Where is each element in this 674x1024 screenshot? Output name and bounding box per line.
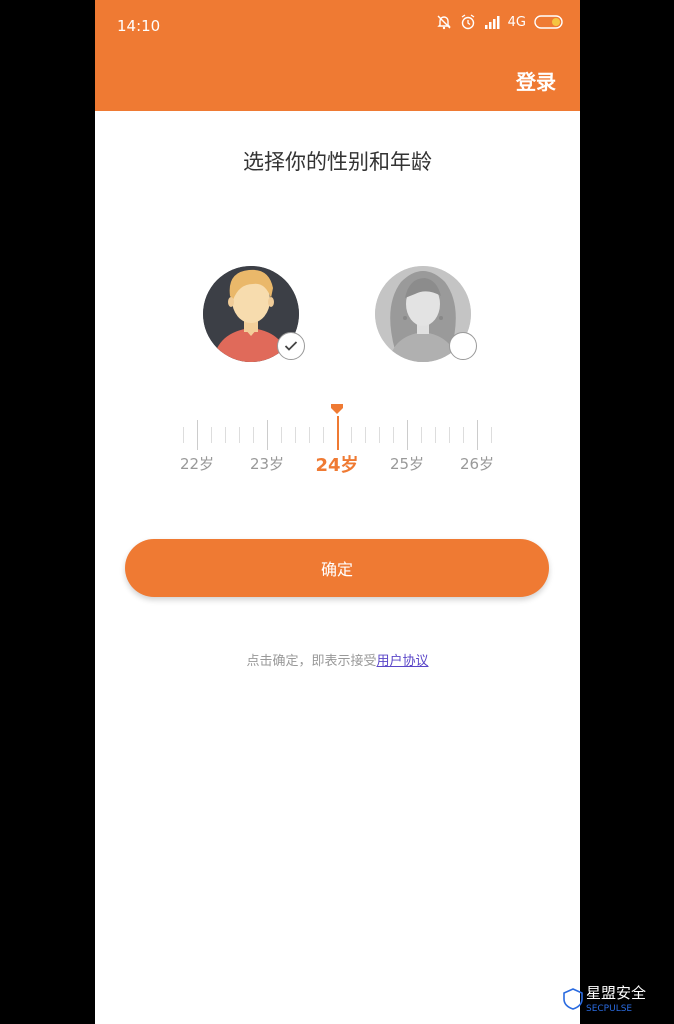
ruler-tick	[407, 420, 408, 450]
terms-prefix: 点击确定，即表示接受	[246, 654, 377, 669]
watermark-shield-icon	[563, 988, 583, 1010]
signal-icon	[484, 15, 500, 29]
watermark: 星盟安全 SECPULSE	[560, 982, 674, 1024]
network-type: 4G	[507, 14, 526, 30]
checkmark-icon	[284, 341, 298, 351]
ruler-tick	[281, 427, 282, 443]
ruler-tick	[323, 427, 324, 443]
status-time: 14:10	[117, 17, 161, 35]
age-ruler[interactable]: 22岁 23岁 24岁 25岁 26岁	[180, 400, 495, 490]
ruler-tick	[211, 427, 212, 443]
ruler-tick	[477, 420, 478, 450]
male-check-toggle[interactable]	[277, 332, 305, 360]
ruler-tick	[239, 427, 240, 443]
ruler-tick	[435, 427, 436, 443]
mute-bell-icon	[436, 14, 452, 30]
terms-notice: 点击确定，即表示接受用户协议	[95, 650, 580, 669]
ruler-tick	[365, 427, 366, 443]
age-label-25[interactable]: 25岁	[382, 453, 432, 474]
watermark-text: 星盟安全	[586, 984, 647, 1002]
watermark-sub: SECPULSE	[586, 1004, 633, 1014]
ruler-tick	[393, 427, 394, 443]
app-header: 14:10 4G 登录	[95, 0, 580, 111]
phone-screen: 14:10 4G 登录 选择你的性别和年龄 22岁 23岁 24岁 25岁 26…	[95, 0, 580, 1024]
ruler-tick	[449, 427, 450, 443]
page-title: 选择你的性别和年龄	[243, 150, 432, 174]
user-agreement-link[interactable]: 用户协议	[377, 654, 429, 669]
ruler-tick	[267, 420, 268, 450]
female-check-toggle[interactable]	[449, 332, 477, 360]
battery-icon	[534, 15, 564, 29]
ruler-tick	[197, 420, 198, 450]
age-label-26[interactable]: 26岁	[452, 453, 502, 474]
ruler-tick	[253, 427, 254, 443]
ruler-tick	[183, 427, 184, 443]
ruler-tick	[421, 427, 422, 443]
ruler-tick	[309, 427, 310, 443]
age-label-23[interactable]: 23岁	[242, 453, 292, 474]
ruler-tick	[491, 427, 492, 443]
age-label-24-selected[interactable]: 24岁	[312, 451, 362, 477]
ruler-tick	[295, 427, 296, 443]
status-icons: 4G	[436, 14, 564, 30]
ruler-tick	[225, 427, 226, 443]
ruler-tick	[337, 416, 339, 450]
ruler-tick	[463, 427, 464, 443]
age-label-22[interactable]: 22岁	[172, 453, 222, 474]
confirm-button[interactable]: 确定	[125, 539, 549, 597]
ruler-tick	[379, 427, 380, 443]
login-button[interactable]: 登录	[516, 66, 556, 95]
alarm-icon	[460, 14, 476, 30]
age-pointer-icon	[331, 404, 343, 414]
ruler-tick	[351, 427, 352, 443]
